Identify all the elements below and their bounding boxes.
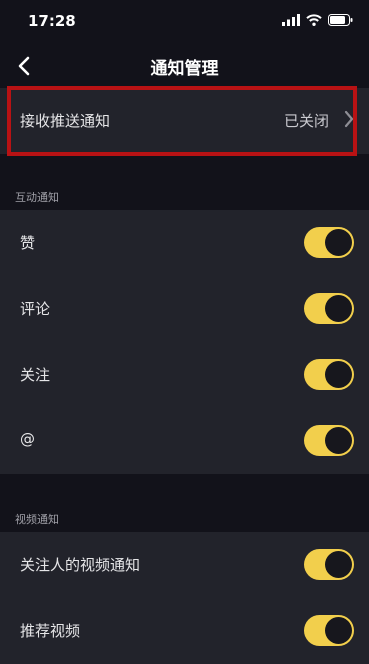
row-label: 评论 (20, 300, 51, 318)
setting-row-followed-video: 关注人的视频通知 (0, 532, 369, 598)
setting-row-follow: 关注 (0, 342, 369, 408)
cellular-signal-icon (282, 14, 300, 26)
toggle-knob (325, 229, 352, 256)
wifi-icon (306, 14, 322, 26)
battery-icon (328, 14, 353, 26)
status-time: 17:28 (28, 12, 76, 30)
row-label: 赞 (20, 234, 36, 252)
row-label: 关注 (20, 366, 51, 384)
setting-row-recommended-video: 推荐视频 (0, 598, 369, 664)
comment-toggle[interactable] (304, 293, 354, 324)
like-toggle[interactable] (304, 227, 354, 258)
toggle-knob (325, 295, 352, 322)
push-notification-setting[interactable]: 接收推送通知 已关闭 (0, 88, 369, 154)
recommended-video-toggle[interactable] (304, 615, 354, 646)
setting-row-mention: @ (0, 408, 369, 474)
status-bar: 17:28 (0, 0, 369, 44)
setting-row-comment: 评论 (0, 276, 369, 342)
toggle-knob (325, 551, 352, 578)
video-notification-group: 关注人的视频通知 推荐视频 (0, 532, 369, 664)
row-label: 推荐视频 (20, 622, 81, 640)
section-header-interaction: 互动通知 (15, 191, 59, 204)
toggle-knob (325, 361, 352, 388)
push-notification-label: 接收推送通知 (20, 112, 111, 130)
follow-toggle[interactable] (304, 359, 354, 390)
interaction-notification-group: 赞 评论 关注 @ (0, 210, 369, 474)
chevron-right-icon (344, 110, 354, 128)
status-icons (282, 14, 353, 26)
push-notification-status: 已关闭 (283, 112, 329, 130)
row-label: @ (20, 430, 35, 448)
mention-toggle[interactable] (304, 425, 354, 456)
setting-row-like: 赞 (0, 210, 369, 276)
section-header-video: 视频通知 (15, 513, 59, 526)
page-title: 通知管理 (150, 59, 219, 79)
row-label: 关注人的视频通知 (20, 556, 141, 574)
followed-video-toggle[interactable] (304, 549, 354, 580)
toggle-knob (325, 427, 352, 454)
nav-bar: 通知管理 (0, 44, 369, 88)
